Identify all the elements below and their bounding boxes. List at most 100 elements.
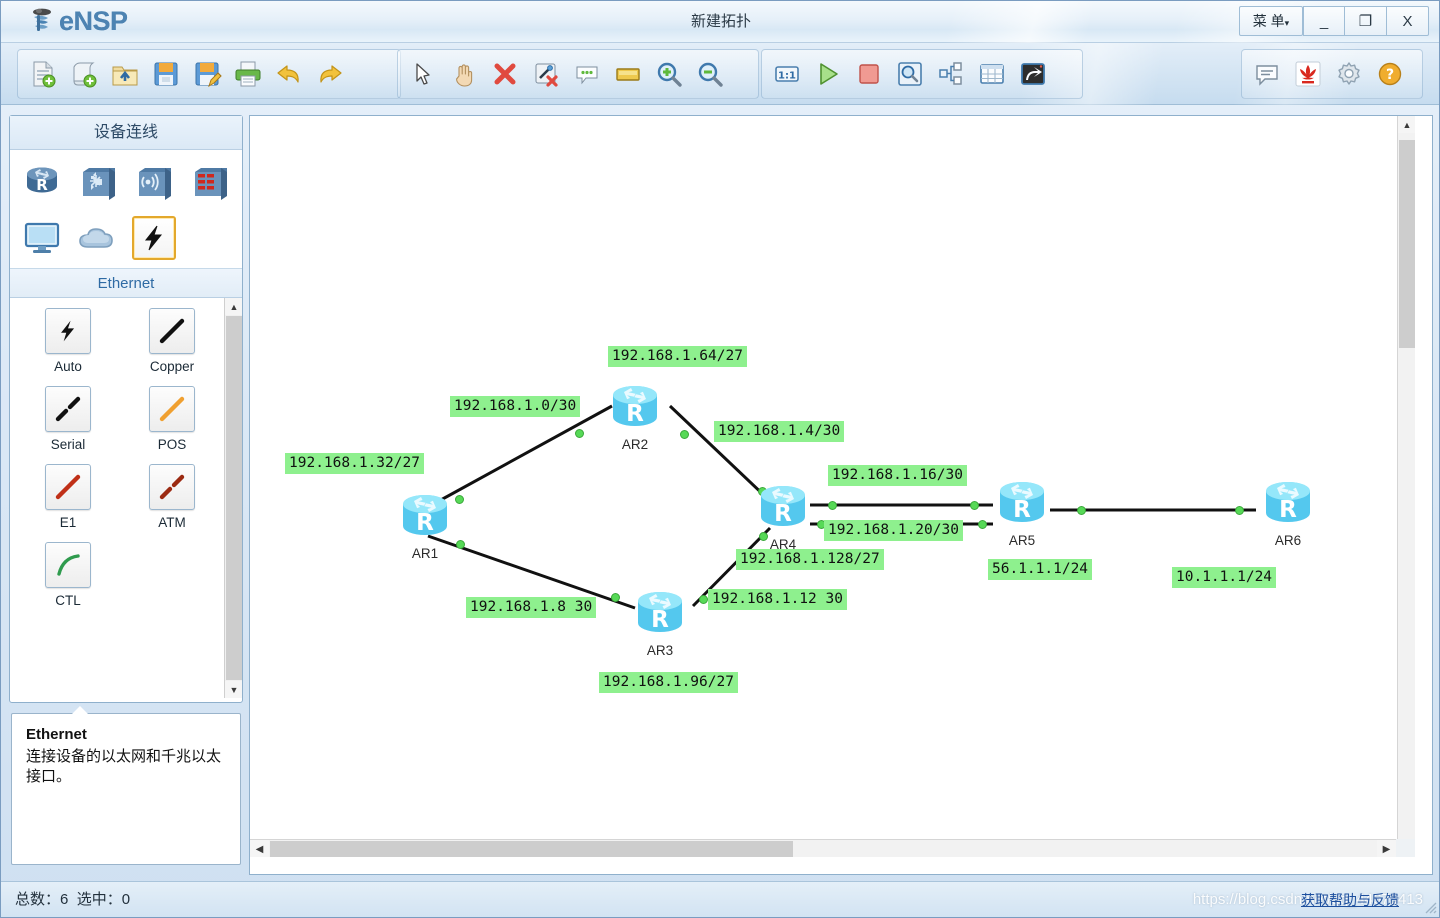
canvas-horizontal-scrollbar[interactable]: ◀ ▶ [250,839,1415,857]
minimize-button[interactable]: _ [1303,6,1345,36]
scroll-down-icon[interactable]: ▼ [225,681,242,698]
new-topology-button[interactable] [22,53,63,95]
cable-list-scrollbar[interactable]: ▲ ▼ [224,298,242,698]
link-endpoint-dot [978,520,987,529]
ip-label[interactable]: 56.1.1.1/24 [988,559,1093,580]
topology-links [427,404,1256,610]
device-type-router[interactable]: R [14,156,70,208]
cable-ctl[interactable]: CTL [16,542,120,608]
start-icon [819,63,838,85]
ip-label[interactable]: 192.168.1.64/27 [608,346,747,367]
save-button[interactable] [145,53,186,95]
minimize-icon: _ [1319,13,1329,30]
help-button[interactable]: ? [1369,53,1410,95]
stop-device-button[interactable] [848,53,889,95]
grid-icon [979,64,1004,84]
hand-button[interactable] [443,53,484,95]
maximize-button[interactable]: ❐ [1345,6,1387,36]
topology-tree-button[interactable] [930,53,971,95]
router-icon: R [613,386,657,427]
router-node-AR1[interactable]: R AR1 [394,488,456,561]
zoom-in-button[interactable] [648,53,689,95]
menu-button-label: 菜 单 [1252,13,1285,29]
canvas-vertical-scrollbar[interactable]: ▲ [1397,116,1415,857]
cable-pos[interactable]: POS [120,386,224,452]
huawei-logo-icon [1295,61,1320,87]
help-feedback-link[interactable]: 获取帮助与反馈 [1301,882,1399,917]
ip-label[interactable]: 192.168.1.4/30 [714,421,845,442]
ip-label[interactable]: 192.168.1.16/30 [828,465,967,486]
scroll-right-icon[interactable]: ▶ [1377,840,1396,857]
cable-auto[interactable]: Auto [16,308,120,374]
print-button[interactable] [227,53,268,95]
delete-button[interactable] [484,53,525,95]
open-button[interactable] [104,53,145,95]
ip-label[interactable]: 192.168.1.12 30 [708,589,847,610]
close-icon: X [1402,13,1413,30]
zoom-out-button[interactable] [689,53,730,95]
device-type-endpoint[interactable] [14,212,70,264]
link-endpoint-dot [1077,506,1086,515]
router-node-AR2[interactable]: R AR2 [604,379,666,452]
feedback-button[interactable] [1246,53,1287,95]
svg-text:R: R [416,510,434,536]
topology-canvas-frame: R AR1 R AR2 R AR3 R AR4 R AR5 R AR6 192.… [249,115,1433,875]
settings-button[interactable] [1328,53,1369,95]
topology-canvas[interactable]: R AR1 R AR2 R AR3 R AR4 R AR5 R AR6 192.… [250,116,1415,857]
ip-label[interactable]: 192.168.1.8 30 [466,597,597,618]
save-as-button[interactable] [186,53,227,95]
status-bar: 总数：6 选中：0 https://blog.csdn.net/qq_44673… [1,881,1439,917]
shape-button[interactable] [607,53,648,95]
scrollbar-thumb[interactable] [226,316,242,680]
scroll-up-icon[interactable]: ▲ [225,298,242,315]
cable-label: Copper [149,359,195,374]
close-button[interactable]: X [1387,6,1429,36]
scroll-up-icon[interactable]: ▲ [1398,116,1415,133]
router-node-AR3[interactable]: R AR3 [629,585,691,658]
start-device-button[interactable] [807,53,848,95]
grid-button[interactable] [971,53,1012,95]
scrollbar-thumb[interactable] [270,841,793,857]
svg-text:R: R [36,176,48,194]
device-type-wlan[interactable] [126,156,182,208]
print-icon [235,61,260,87]
cable-e1[interactable]: E1 [16,464,120,530]
router-node-AR4[interactable]: R AR4 [752,479,814,552]
console-button[interactable] [1012,53,1053,95]
device-type-connections[interactable] [126,212,182,264]
undo-button[interactable] [268,53,309,95]
scroll-left-icon[interactable]: ◀ [250,840,269,857]
device-panel: 设备连线 R Ethernet Auto Copper Serial POS E… [9,115,243,703]
redo-button[interactable] [309,53,350,95]
zoom-reset-button[interactable]: 1:1 [766,53,807,95]
ip-label[interactable]: 10.1.1.1/24 [1172,567,1277,588]
scrollbar-thumb[interactable] [1399,140,1415,348]
router-node-AR6[interactable]: R AR6 [1257,475,1319,548]
router-node-AR5[interactable]: R AR5 [991,475,1053,548]
cable-serial[interactable]: Serial [16,386,120,452]
ip-label[interactable]: 192.168.1.96/27 [599,672,738,693]
rectangle-icon [615,68,640,81]
device-type-firewall[interactable] [182,156,238,208]
pos-cable-icon [149,386,195,432]
menu-button[interactable]: 菜 单▾ [1239,6,1303,36]
device-type-switch[interactable] [70,156,126,208]
cable-label: CTL [55,593,81,608]
capture-button[interactable] [889,53,930,95]
ip-label[interactable]: 192.168.1.32/27 [285,453,424,474]
delete-link-button[interactable] [525,53,566,95]
delete-link-icon [535,63,558,87]
ip-label[interactable]: 192.168.1.20/30 [824,520,963,541]
ip-label[interactable]: 192.168.1.128/27 [736,549,884,570]
firewall-icon [195,168,227,200]
cable-atm[interactable]: ATM [120,464,224,530]
huawei-button[interactable] [1287,53,1328,95]
resize-grip-icon[interactable] [1423,900,1437,914]
ip-label[interactable]: 192.168.1.0/30 [450,396,581,417]
device-type-cloud[interactable] [70,212,126,264]
pointer-button[interactable] [402,53,443,95]
hand-icon [455,64,472,87]
comment-button[interactable] [566,53,607,95]
cable-copper[interactable]: Copper [120,308,224,374]
new-scroll-button[interactable] [63,53,104,95]
